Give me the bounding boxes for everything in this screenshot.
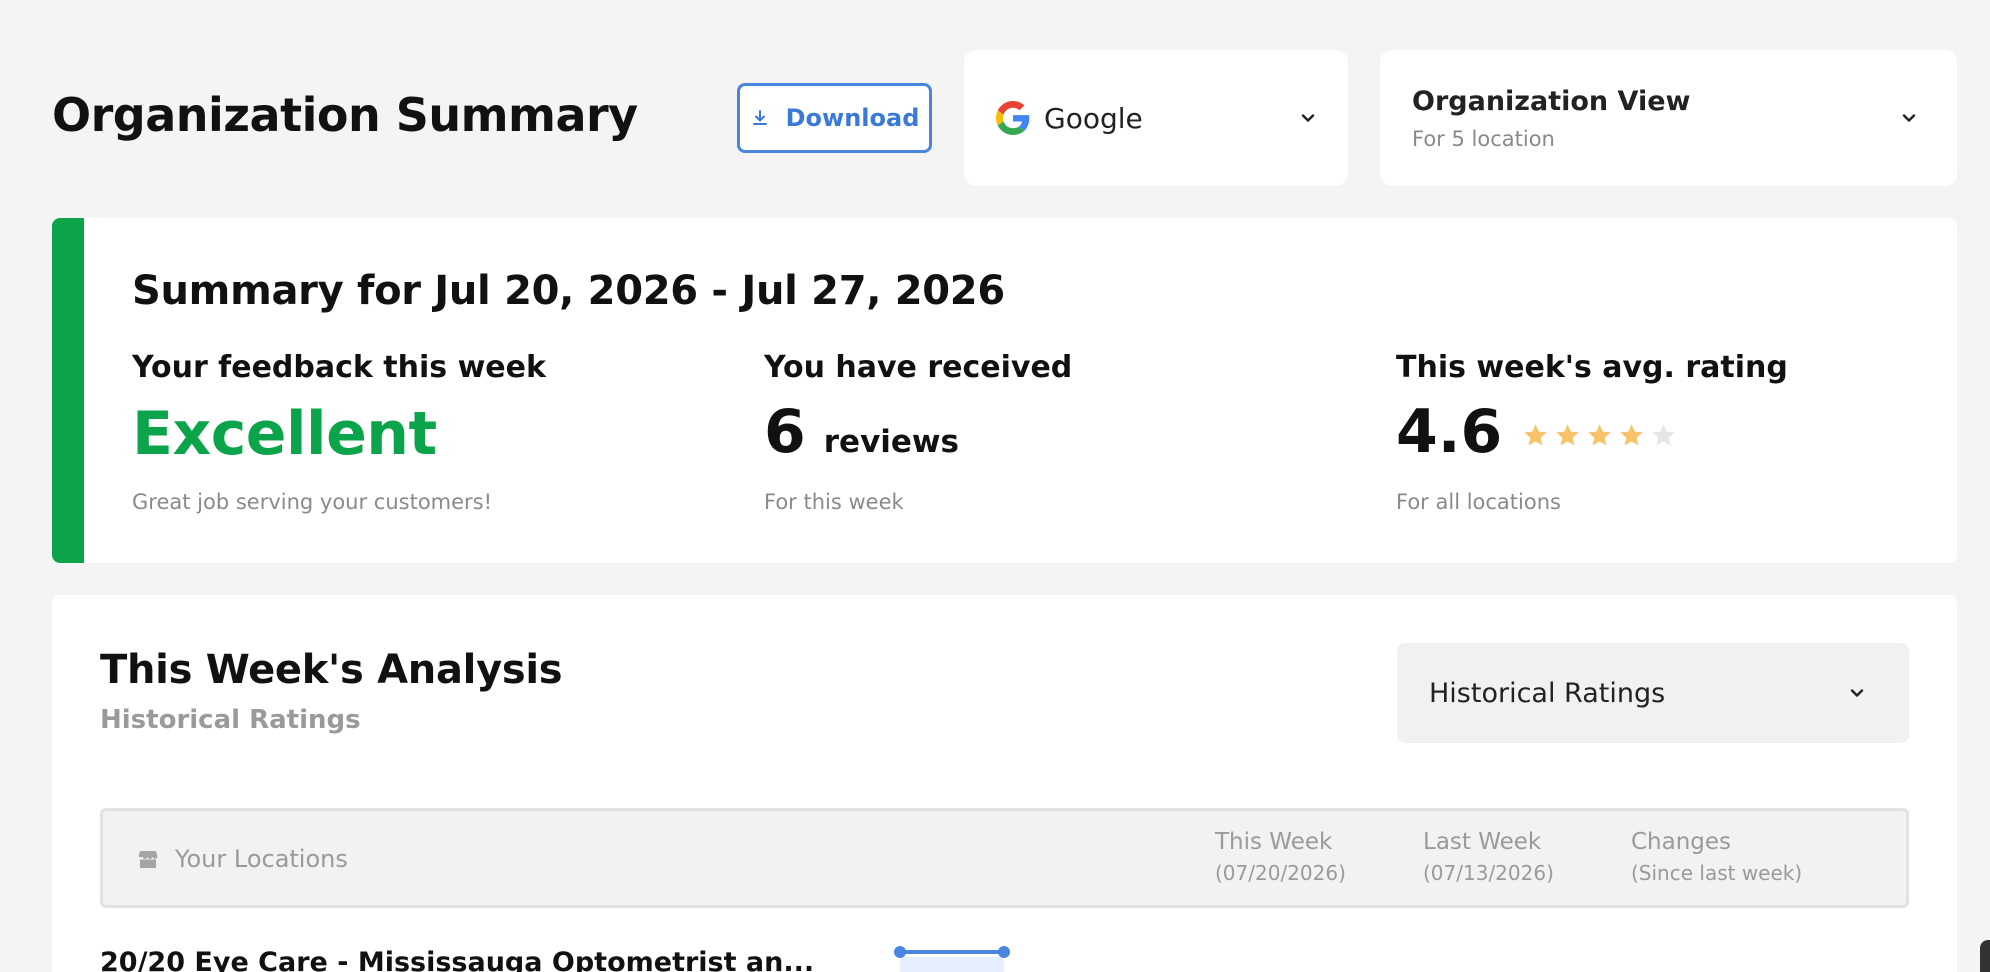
reviews-count: 6 xyxy=(764,397,806,467)
rating-metric: This week's avg. rating 4.6 For all loca… xyxy=(1396,350,1788,514)
locations-table-header: Your Locations This Week (07/20/2026) La… xyxy=(100,808,1909,908)
side-panel-handle[interactable] xyxy=(1980,940,1990,972)
star-filled-icon xyxy=(1524,423,1548,446)
analysis-view-select-value: Historical Ratings xyxy=(1429,677,1666,709)
google-logo-icon xyxy=(996,101,1030,135)
reviews-unit: reviews xyxy=(823,424,960,460)
reviews-note: For this week xyxy=(764,490,904,514)
summary-card: Summary for Jul 20, 2026 - Jul 27, 2026 … xyxy=(52,218,1957,563)
rating-trend-sparkline xyxy=(894,946,1010,972)
reviews-metric: You have received 6 reviews For this wee… xyxy=(764,350,1073,514)
rating-note: For all locations xyxy=(1396,490,1561,514)
analysis-title: This Week's Analysis xyxy=(100,647,563,693)
feedback-label: Your feedback this week xyxy=(132,350,546,385)
chevron-down-icon xyxy=(1902,114,1916,122)
view-select-title: Organization View xyxy=(1412,85,1691,117)
sparkline-point xyxy=(894,946,906,958)
rating-label: This week's avg. rating xyxy=(1396,350,1788,385)
column-title: Changes xyxy=(1631,829,1732,855)
locations-column-header: Your Locations xyxy=(175,845,348,873)
star-filled-icon xyxy=(1588,423,1612,446)
download-label: Download xyxy=(785,104,920,132)
summary-heading: Summary for Jul 20, 2026 - Jul 27, 2026 xyxy=(132,268,1005,314)
column-subtitle: (07/13/2026) xyxy=(1423,861,1554,885)
reviews-label: You have received xyxy=(764,350,1073,385)
view-select[interactable]: Organization View For 5 location xyxy=(1380,50,1957,186)
rating-value: 4.6 xyxy=(1396,397,1503,467)
column-title: Last Week xyxy=(1423,829,1542,855)
download-icon xyxy=(752,110,767,125)
summary-accent-bar xyxy=(52,218,84,563)
feedback-note: Great job serving your customers! xyxy=(132,490,493,514)
view-select-subtitle: For 5 location xyxy=(1412,126,1555,151)
star-empty-icon xyxy=(1652,423,1676,446)
store-icon xyxy=(138,851,158,868)
column-title: This Week xyxy=(1215,829,1333,855)
star-filled-icon xyxy=(1620,423,1644,446)
chevron-down-icon xyxy=(1301,114,1315,122)
feedback-metric: Your feedback this week Excellent Great … xyxy=(132,350,546,514)
column-subtitle: (Since last week) xyxy=(1631,861,1803,885)
platform-select-value: Google xyxy=(1044,101,1143,135)
analysis-card: This Week's Analysis Historical Ratings … xyxy=(52,595,1957,972)
column-last-week: Last Week (07/13/2026) xyxy=(1423,829,1554,885)
sparkline-area xyxy=(900,957,1004,972)
chevron-down-icon xyxy=(1850,689,1864,697)
column-this-week: This Week (07/20/2026) xyxy=(1215,829,1346,885)
platform-select[interactable]: Google xyxy=(964,50,1348,186)
analysis-view-select[interactable]: Historical Ratings xyxy=(1397,643,1909,743)
rating-stars xyxy=(1522,422,1677,449)
sparkline-point xyxy=(998,946,1010,958)
column-subtitle: (07/20/2026) xyxy=(1215,861,1346,885)
page-title: Organization Summary xyxy=(52,88,638,142)
download-button[interactable]: Download xyxy=(737,83,932,153)
location-row-name[interactable]: 20/20 Eye Care - Mississauga Optometrist… xyxy=(100,947,814,972)
star-filled-icon xyxy=(1556,423,1580,446)
column-changes: Changes (Since last week) xyxy=(1631,829,1802,885)
analysis-subtitle: Historical Ratings xyxy=(100,705,361,735)
feedback-value: Excellent xyxy=(132,399,437,469)
